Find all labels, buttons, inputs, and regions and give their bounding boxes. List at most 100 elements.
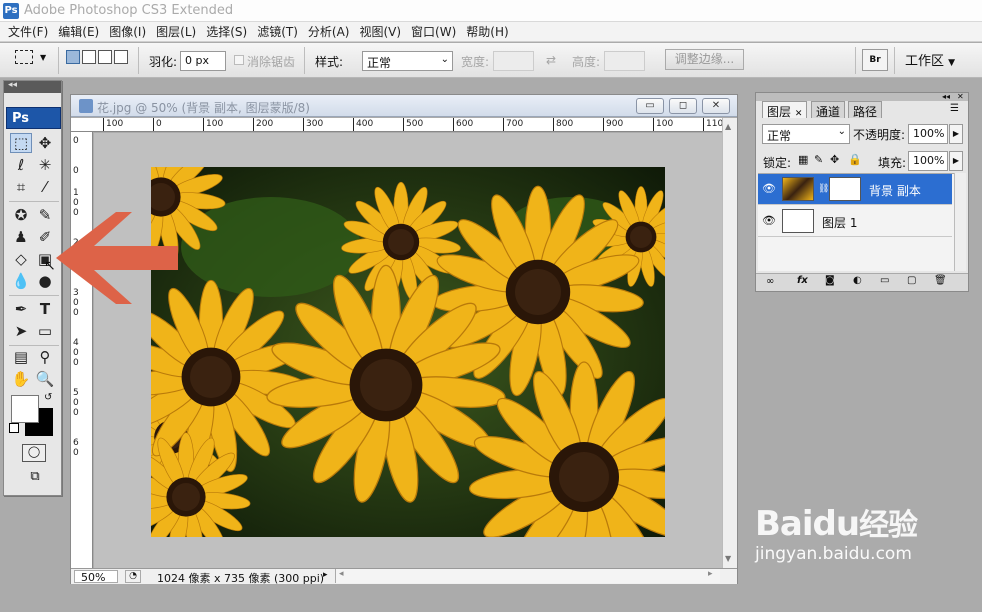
- height-input[interactable]: [604, 51, 645, 71]
- subtract-selection-icon[interactable]: [98, 50, 112, 64]
- add-mask-icon[interactable]: ◙: [825, 275, 835, 286]
- panel-grip[interactable]: [756, 93, 968, 101]
- type-tool-icon[interactable]: T: [34, 299, 56, 319]
- eyedropper-tool-icon[interactable]: ⚲: [34, 347, 56, 367]
- opacity-input[interactable]: 100%: [908, 124, 948, 144]
- refine-edge-button[interactable]: 调整边缘...: [665, 49, 744, 70]
- workspace-label: 工作区: [905, 54, 945, 69]
- default-colors-icon[interactable]: [9, 423, 19, 433]
- layer-row-layer-1[interactable]: 👁 图层 1: [758, 206, 952, 237]
- menu-window[interactable]: 窗口(W): [409, 23, 464, 40]
- status-menu-icon[interactable]: ◔: [125, 570, 141, 583]
- brush-tool-icon[interactable]: ✎: [34, 205, 56, 225]
- screen-mode-icon[interactable]: ⧉: [22, 469, 48, 487]
- scroll-up-icon[interactable]: ▲: [725, 122, 731, 131]
- healing-brush-tool-icon[interactable]: ✪: [10, 205, 32, 225]
- scroll-down-icon[interactable]: ▼: [725, 554, 731, 563]
- add-selection-icon[interactable]: [82, 50, 96, 64]
- magic-wand-tool-icon[interactable]: ✳: [34, 155, 56, 175]
- new-layer-icon[interactable]: ▢: [907, 275, 916, 286]
- eraser-tool-icon[interactable]: ◇: [10, 249, 32, 269]
- chevron-down-icon: ▼: [948, 58, 956, 68]
- fill-arrow-icon[interactable]: ▶: [949, 151, 963, 171]
- marquee-tool-preset-icon[interactable]: [15, 50, 33, 64]
- sunflower-photo[interactable]: [151, 167, 665, 537]
- zoom-tool-icon[interactable]: 🔍: [34, 369, 56, 389]
- lock-transparency-icon[interactable]: ▦: [798, 153, 808, 166]
- hand-tool-icon[interactable]: ✋: [10, 369, 32, 389]
- minimize-icon[interactable]: ▭: [636, 98, 664, 114]
- scroll-right-icon[interactable]: ▸: [708, 569, 713, 579]
- vertical-scrollbar[interactable]: ▲ ▼: [722, 118, 737, 568]
- fx-icon[interactable]: fx: [797, 275, 808, 286]
- close-icon[interactable]: ✕: [702, 98, 730, 114]
- close-icon[interactable]: ✕: [957, 92, 964, 101]
- swap-icon[interactable]: ⇄: [546, 53, 556, 67]
- history-brush-tool-icon[interactable]: ✐: [34, 227, 56, 247]
- intersect-selection-icon[interactable]: [114, 50, 128, 64]
- tab-channels[interactable]: 通道: [811, 101, 846, 119]
- collapse-icon[interactable]: ◂◂: [8, 80, 17, 90]
- move-tool-icon[interactable]: ✥: [34, 133, 56, 153]
- adjustment-layer-icon[interactable]: ◐: [853, 275, 862, 286]
- panel-menu-icon[interactable]: ☰: [950, 103, 959, 114]
- menu-edit[interactable]: 编辑(E): [56, 23, 107, 40]
- menu-analysis[interactable]: 分析(A): [306, 23, 358, 40]
- close-icon[interactable]: ✕: [795, 109, 803, 119]
- menu-help[interactable]: 帮助(H): [464, 23, 516, 40]
- fill-input[interactable]: 100%: [908, 151, 948, 171]
- workspace-button[interactable]: 工作区 ▼: [905, 50, 955, 69]
- menu-filter[interactable]: 滤镜(T): [255, 23, 306, 40]
- layers-scrollbar[interactable]: [954, 173, 966, 271]
- menu-file[interactable]: 文件(F): [6, 23, 56, 40]
- new-group-icon[interactable]: ▭: [880, 275, 889, 286]
- scroll-left-icon[interactable]: ◂: [339, 569, 344, 579]
- layer-mask-thumbnail[interactable]: [829, 177, 861, 201]
- lock-all-icon[interactable]: 🔒: [848, 153, 862, 166]
- lock-pixels-icon[interactable]: ✎: [814, 153, 823, 166]
- horizontal-scrollbar[interactable]: ◂ ▸: [335, 569, 720, 583]
- lasso-tool-icon[interactable]: ℓ: [10, 155, 32, 175]
- dodge-tool-icon[interactable]: ●: [34, 271, 56, 291]
- blur-tool-icon[interactable]: 💧: [10, 271, 32, 291]
- rect-marquee-tool-icon[interactable]: ⬚: [10, 133, 32, 153]
- path-select-tool-icon[interactable]: ➤: [10, 321, 32, 341]
- shape-tool-icon[interactable]: ▭: [34, 321, 56, 341]
- tab-paths[interactable]: 路径: [848, 101, 883, 119]
- notes-tool-icon[interactable]: ▤: [10, 347, 32, 367]
- opacity-arrow-icon[interactable]: ▶: [949, 124, 963, 144]
- bridge-icon[interactable]: Br: [862, 49, 888, 71]
- canvas-area[interactable]: [94, 133, 722, 568]
- collapse-icon[interactable]: ◂◂: [942, 92, 950, 101]
- eye-icon[interactable]: 👁: [762, 214, 776, 228]
- lock-position-icon[interactable]: ✥: [830, 153, 839, 166]
- swap-colors-icon[interactable]: ↺: [44, 392, 52, 403]
- antialias-checkbox[interactable]: [234, 55, 244, 65]
- maximize-icon[interactable]: ◻: [669, 98, 697, 114]
- crop-tool-icon[interactable]: ⌗: [10, 177, 32, 197]
- link-icon[interactable]: ⛓: [818, 184, 829, 194]
- menu-image[interactable]: 图像(I): [107, 23, 154, 40]
- document-titlebar[interactable]: 花.jpg @ 50% (背景 副本, 图层蒙版/8) ▭ ◻ ✕: [71, 95, 737, 117]
- eye-icon[interactable]: 👁: [762, 182, 776, 196]
- menu-select[interactable]: 选择(S): [204, 23, 255, 40]
- style-select[interactable]: 正常 ⌄: [362, 51, 453, 71]
- slice-tool-icon[interactable]: ⁄: [34, 177, 56, 197]
- link-layers-icon[interactable]: ∞: [766, 276, 774, 287]
- new-selection-icon[interactable]: [66, 50, 80, 64]
- clone-stamp-tool-icon[interactable]: ♟: [10, 227, 32, 247]
- feather-input[interactable]: 0 px: [180, 51, 226, 71]
- menu-view[interactable]: 视图(V): [357, 23, 409, 40]
- quick-mask-icon[interactable]: ◯: [22, 444, 46, 462]
- trash-icon[interactable]: 🗑: [934, 275, 947, 286]
- layer-row-background-copy[interactable]: 👁 ⛓ 背景 副本: [758, 174, 952, 205]
- menu-layer[interactable]: 图层(L): [154, 23, 204, 40]
- foreground-color-swatch[interactable]: [11, 395, 39, 423]
- width-input[interactable]: [493, 51, 534, 71]
- chevron-down-icon[interactable]: ▼: [40, 53, 46, 62]
- pen-tool-icon[interactable]: ✒: [10, 299, 32, 319]
- tab-layers[interactable]: 图层 ✕: [762, 101, 808, 119]
- blend-mode-select[interactable]: 正常 ⌄: [762, 124, 850, 144]
- status-arrow-icon[interactable]: ▸: [323, 570, 328, 580]
- zoom-input[interactable]: 50%: [74, 570, 118, 584]
